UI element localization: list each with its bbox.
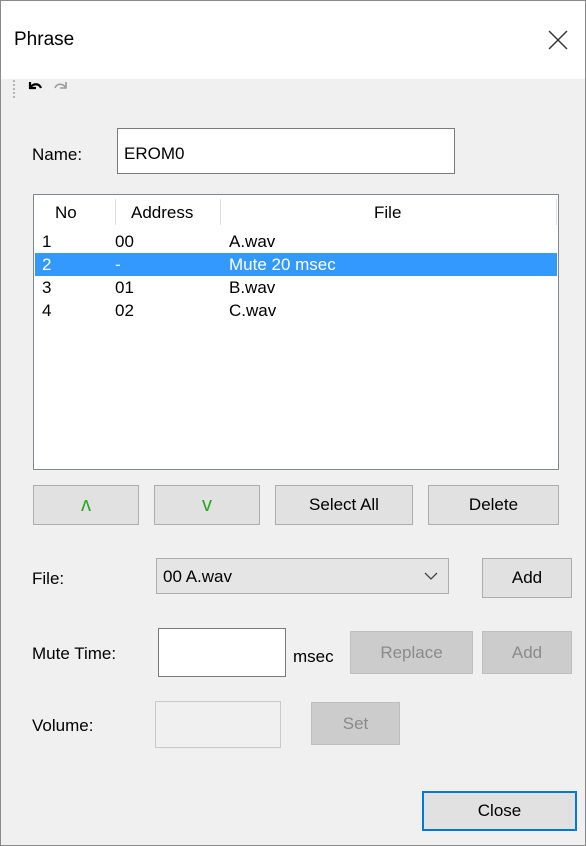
add-file-button[interactable]: Add bbox=[482, 558, 572, 598]
select-all-button[interactable]: Select All bbox=[275, 485, 413, 525]
list-header: No Address File bbox=[34, 195, 558, 228]
name-label: Name: bbox=[32, 145, 83, 164]
mute-time-label: Mute Time: bbox=[32, 644, 117, 663]
row-file: Mute 20 msec bbox=[229, 255, 336, 274]
file-dropdown[interactable]: 00 A.wav bbox=[156, 558, 449, 594]
row-address: 02 bbox=[115, 301, 134, 320]
list-row[interactable]: 4 02 C.wav bbox=[35, 299, 557, 322]
row-file: A.wav bbox=[229, 232, 276, 251]
row-address: 00 bbox=[115, 232, 134, 251]
volume-label: Volume: bbox=[32, 716, 94, 735]
close-button[interactable]: Close bbox=[422, 791, 577, 831]
file-label: File: bbox=[32, 569, 65, 588]
redo-icon[interactable] bbox=[51, 78, 71, 96]
chevron-down-icon bbox=[424, 572, 438, 580]
row-number: 1 bbox=[42, 232, 52, 251]
column-divider[interactable] bbox=[115, 199, 116, 225]
column-header-address[interactable]: Address bbox=[131, 195, 193, 228]
close-icon[interactable] bbox=[545, 27, 571, 53]
volume-input[interactable] bbox=[155, 701, 281, 748]
msec-unit-label: msec bbox=[293, 647, 334, 666]
toolbar bbox=[1, 71, 585, 107]
file-dropdown-value: 00 A.wav bbox=[163, 567, 232, 586]
list-row[interactable]: 3 01 B.wav bbox=[35, 276, 557, 299]
column-divider[interactable] bbox=[220, 199, 221, 225]
title-bar: Phrase bbox=[1, 1, 585, 79]
list-row[interactable]: 2 - Mute 20 msec bbox=[35, 253, 557, 276]
window-title: Phrase bbox=[14, 29, 75, 50]
column-header-file[interactable]: File bbox=[374, 195, 401, 228]
column-divider bbox=[556, 199, 557, 225]
delete-button[interactable]: Delete bbox=[428, 485, 559, 525]
name-input[interactable] bbox=[117, 128, 455, 174]
row-address: - bbox=[115, 255, 121, 274]
row-file: C.wav bbox=[229, 301, 277, 320]
phrase-dialog: Phrase Name: No Address File 1 00 A.wav 2 - M… bbox=[0, 0, 586, 846]
move-down-button[interactable]: v bbox=[154, 485, 260, 525]
row-address: 01 bbox=[115, 278, 134, 297]
row-number: 2 bbox=[42, 255, 52, 274]
move-up-button[interactable]: ʌ bbox=[33, 485, 139, 525]
up-arrow-icon: ʌ bbox=[81, 493, 91, 516]
row-file: B.wav bbox=[229, 278, 276, 297]
column-header-no[interactable]: No bbox=[55, 195, 77, 228]
toolbar-grip[interactable] bbox=[12, 79, 16, 99]
undo-icon[interactable] bbox=[25, 78, 45, 96]
row-number: 3 bbox=[42, 278, 52, 297]
mute-time-input[interactable] bbox=[158, 628, 286, 677]
add-mute-button[interactable]: Add bbox=[482, 631, 572, 674]
set-volume-button[interactable]: Set bbox=[311, 702, 400, 745]
replace-button[interactable]: Replace bbox=[350, 631, 473, 674]
down-arrow-icon: v bbox=[202, 493, 212, 516]
phrase-list[interactable]: No Address File 1 00 A.wav 2 - Mute 20 msec 3 0… bbox=[33, 194, 559, 470]
row-number: 4 bbox=[42, 301, 52, 320]
list-row[interactable]: 1 00 A.wav bbox=[35, 230, 557, 253]
